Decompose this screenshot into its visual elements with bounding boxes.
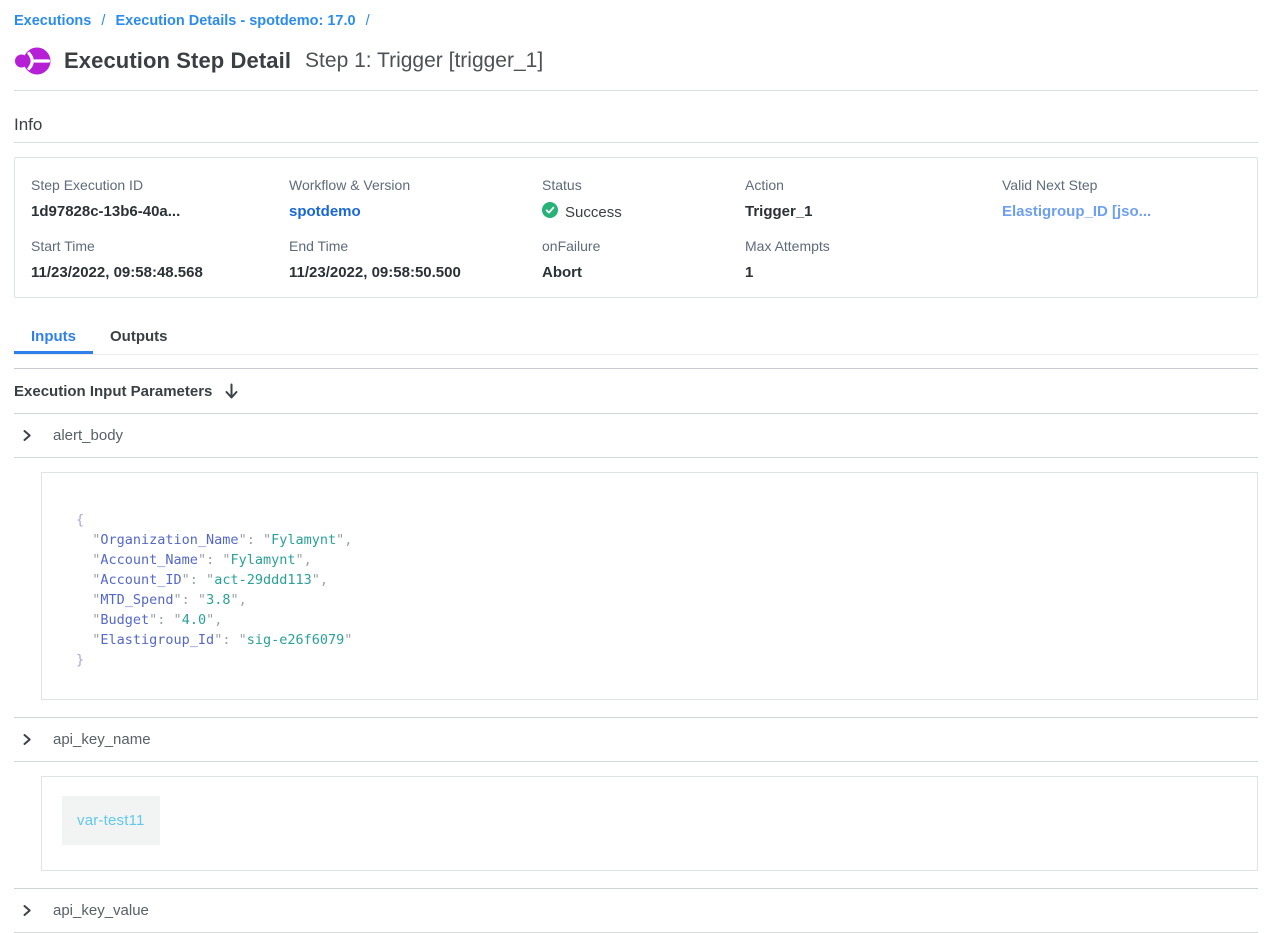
field-value: Abort <box>542 263 745 282</box>
code-line: "MTD_Spend": "3.8", <box>76 590 1257 610</box>
field-label: Step Execution ID <box>31 177 289 193</box>
param-value-box: var-test11 <box>41 776 1258 871</box>
breadcrumb-separator: / <box>101 13 105 29</box>
field-label: onFailure <box>542 238 745 254</box>
tab-inputs[interactable]: Inputs <box>14 323 93 354</box>
section-title: Execution Input Parameters <box>14 383 212 400</box>
info-field-start-time: Start Time 11/23/2022, 09:58:48.568 <box>31 238 289 282</box>
code-line: "Organization_Name": "Fylamynt", <box>76 530 1257 550</box>
page-subtitle: Step 1: Trigger [trigger_1] <box>305 49 543 73</box>
tab-outputs[interactable]: Outputs <box>93 323 185 354</box>
field-label: End Time <box>289 238 542 254</box>
param-row-api-key-value[interactable]: api_key_value <box>14 888 1258 933</box>
divider <box>14 90 1258 91</box>
breadcrumb-execution-details[interactable]: Execution Details - spotdemo: 17.0 <box>115 13 355 29</box>
field-value: 11/23/2022, 09:58:48.568 <box>31 263 289 282</box>
field-label: Start Time <box>31 238 289 254</box>
chevron-right-icon <box>21 429 33 442</box>
page-header: Execution Step Detail Step 1: Trigger [t… <box>14 46 1258 76</box>
field-label: Action <box>745 177 1002 193</box>
section-header: Execution Input Parameters <box>14 369 1258 413</box>
field-label: Max Attempts <box>745 238 1002 254</box>
info-heading: Info <box>14 115 1258 135</box>
param-row-api-key-name[interactable]: api_key_name <box>14 717 1258 762</box>
info-field-empty <box>1002 238 1241 282</box>
param-value-chip: var-test11 <box>62 796 160 845</box>
field-value: Trigger_1 <box>745 202 1002 221</box>
param-row-alert-body[interactable]: alert_body <box>14 413 1258 458</box>
code-line: "Budget": "4.0", <box>76 610 1257 630</box>
code-line: { <box>76 510 1257 530</box>
info-field-end-time: End Time 11/23/2022, 09:58:50.500 <box>289 238 542 282</box>
info-field-status: Status Success <box>542 177 745 223</box>
field-label: Valid Next Step <box>1002 177 1241 193</box>
chevron-right-icon <box>21 733 33 746</box>
code-line: } <box>76 650 1257 670</box>
info-field-max-attempts: Max Attempts 1 <box>745 238 1002 282</box>
info-field-valid-next-step: Valid Next Step Elastigroup_ID [jso... <box>1002 177 1241 223</box>
field-value: 11/23/2022, 09:58:50.500 <box>289 263 542 282</box>
tab-bar: InputsOutputs <box>14 323 1258 355</box>
success-check-icon <box>542 202 558 223</box>
info-field-workflow-version: Workflow & Version spotdemo <box>289 177 542 223</box>
breadcrumb: Executions / Execution Details - spotdem… <box>14 0 1258 29</box>
param-name: alert_body <box>53 427 123 444</box>
status-text: Success <box>565 203 622 222</box>
fylamynt-branch-icon <box>14 46 52 76</box>
json-code-block: { "Organization_Name": "Fylamynt", "Acco… <box>41 472 1258 700</box>
field-label: Status <box>542 177 745 193</box>
field-value-link[interactable]: spotdemo <box>289 202 542 221</box>
page-title: Execution Step Detail <box>64 48 291 74</box>
code-line: "Account_Name": "Fylamynt", <box>76 550 1257 570</box>
execution-step-detail-page: Executions / Execution Details - spotdem… <box>0 0 1272 933</box>
divider <box>14 142 1258 143</box>
chevron-right-icon <box>21 904 33 917</box>
status-badge: Success <box>542 202 745 223</box>
field-value-link[interactable]: Elastigroup_ID [jso... <box>1002 202 1241 221</box>
info-field-action: Action Trigger_1 <box>745 177 1002 223</box>
info-field-step-execution-id: Step Execution ID 1d97828c-13b6-40a... <box>31 177 289 223</box>
breadcrumb-separator: / <box>366 13 370 29</box>
field-value: 1d97828c-13b6-40a... <box>31 202 289 221</box>
param-list: alert_body { "Organization_Name": "Fylamy… <box>14 413 1258 933</box>
breadcrumb-executions[interactable]: Executions <box>14 13 91 29</box>
param-name: api_key_value <box>53 902 149 919</box>
download-arrow-icon[interactable] <box>224 383 239 400</box>
code-line: "Account_ID": "act-29ddd113", <box>76 570 1257 590</box>
code-line: "Elastigroup_Id": "sig-e26f6079" <box>76 630 1257 650</box>
field-value: 1 <box>745 263 1002 282</box>
param-name: api_key_name <box>53 731 151 748</box>
info-field-onfailure: onFailure Abort <box>542 238 745 282</box>
field-label: Workflow & Version <box>289 177 542 193</box>
info-card: Step Execution ID 1d97828c-13b6-40a...Wor… <box>14 157 1258 298</box>
